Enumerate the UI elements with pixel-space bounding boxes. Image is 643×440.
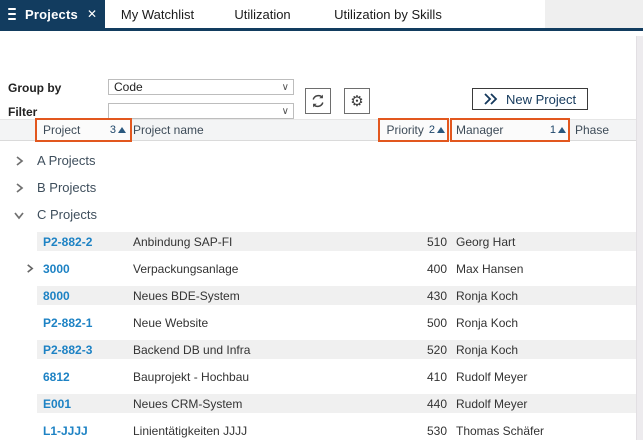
table-row[interactable]: P2-882-2 Anbindung SAP-FI 510 Georg Hart — [0, 228, 637, 255]
tab-utilization-by-skills-label: Utilization by Skills — [334, 6, 442, 22]
project-name-cell: Neues BDE-System — [133, 288, 240, 303]
tabbar-filler — [545, 0, 643, 28]
table-row[interactable]: 3000 Verpackungsanlage 400 Max Hansen — [0, 255, 637, 282]
sort-asc-icon — [437, 127, 445, 133]
priority-cell: 440 — [426, 396, 447, 411]
group-label: B Projects — [37, 180, 97, 195]
project-code-link[interactable]: P2-882-1 — [37, 316, 130, 330]
chevron-down-icon: ∨ — [281, 106, 289, 117]
tab-utilization[interactable]: Utilization — [210, 0, 315, 28]
project-code-link[interactable]: 8000 — [37, 289, 130, 303]
filter-label: Filter — [8, 105, 38, 119]
priority-cell: 430 — [426, 288, 447, 303]
column-header-phase-label: Phase — [575, 123, 610, 137]
tab-projects-label: Projects — [25, 6, 78, 22]
priority-cell: 530 — [426, 423, 447, 438]
manager-cell: Rudolf Meyer — [456, 369, 528, 384]
sort-asc-icon — [558, 127, 566, 133]
tab-my-watchlist-label: My Watchlist — [120, 6, 195, 22]
manager-cell: Ronja Koch — [456, 342, 519, 357]
close-icon[interactable]: ✕ — [87, 8, 97, 20]
double-chevron-right-icon — [483, 93, 498, 105]
chevron-down-icon: ∨ — [281, 82, 289, 93]
refresh-icon — [310, 93, 326, 109]
table-body: A Projects B Projects C Projects P2-882-… — [0, 141, 637, 440]
sort-asc-icon — [118, 127, 126, 133]
chevron-right-icon[interactable] — [25, 264, 34, 273]
priority-cell: 500 — [426, 315, 447, 330]
project-name-cell: Verpackungsanlage — [133, 261, 239, 276]
project-code-link[interactable]: L1-JJJJ — [37, 424, 130, 438]
table-row[interactable]: P2-882-1 Neue Website 500 Ronja Koch — [0, 309, 637, 336]
column-header-phase[interactable]: Phase — [575, 120, 643, 140]
settings-button[interactable]: ⚙ — [344, 88, 370, 114]
priority-cell: 400 — [426, 261, 447, 276]
column-header-project-label: Project — [43, 123, 81, 137]
table-row[interactable]: 6812 Bauprojekt - Hochbau 410 Rudolf Mey… — [0, 363, 637, 390]
chevron-down-icon — [13, 211, 24, 219]
table-row[interactable]: 8000 Neues BDE-System 430 Ronja Koch — [0, 282, 637, 309]
group-by-select[interactable]: Code ∨ — [108, 79, 294, 95]
column-header-manager[interactable]: Manager 1 — [450, 118, 570, 142]
project-code-link[interactable]: P2-882-2 — [37, 235, 130, 249]
manager-cell: Max Hansen — [456, 261, 524, 276]
manager-cell: Thomas Schäfer — [456, 423, 545, 438]
filter-select[interactable]: ∨ — [108, 103, 294, 119]
tab-utilization-label: Utilization — [234, 6, 291, 22]
project-name-cell: Neue Website — [133, 315, 209, 330]
column-header-project[interactable]: Project 3 — [35, 118, 132, 142]
manager-cell: Ronja Koch — [456, 315, 519, 330]
table-row[interactable]: P2-882-3 Backend DB und Infra 520 Ronja … — [0, 336, 637, 363]
sort-badge: 3 — [110, 124, 126, 136]
tab-bar: Projects ✕ My Watchlist Utilization Util… — [0, 0, 643, 28]
sort-badge: 2 — [429, 124, 445, 136]
column-header-priority[interactable]: Priority 2 — [378, 118, 449, 142]
new-project-button-label: New Project — [506, 91, 577, 107]
tab-projects[interactable]: Projects ✕ — [0, 0, 105, 28]
sort-badge: 1 — [550, 124, 566, 136]
group-label: C Projects — [37, 207, 97, 222]
project-name-cell: Linientätigkeiten JJJJ — [133, 423, 248, 438]
group-row[interactable]: B Projects — [0, 174, 637, 201]
manager-cell: Ronja Koch — [456, 288, 519, 303]
project-code-link[interactable]: 6812 — [37, 370, 130, 384]
group-row[interactable]: A Projects — [0, 147, 637, 174]
group-by-select-value: Code — [114, 80, 143, 94]
manager-cell: Rudolf Meyer — [456, 396, 528, 411]
gear-icon: ⚙ — [350, 92, 364, 110]
table-header: Project 3 Project name Priority 2 Manage… — [0, 118, 643, 142]
hamburger-menu-icon[interactable] — [8, 8, 17, 20]
column-header-project-name-label: Project name — [133, 123, 204, 137]
column-header-manager-label: Manager — [456, 123, 504, 137]
sort-order-number: 2 — [428, 124, 435, 136]
tab-my-watchlist[interactable]: My Watchlist — [105, 0, 210, 28]
project-name-cell: Backend DB und Infra — [133, 342, 251, 357]
group-by-label: Group by — [8, 81, 62, 95]
manager-cell: Georg Hart — [456, 234, 516, 249]
new-project-button[interactable]: New Project — [472, 88, 588, 110]
refresh-button[interactable] — [305, 88, 331, 114]
column-header-project-name[interactable]: Project name — [130, 120, 380, 140]
vertical-scrollbar[interactable] — [636, 36, 643, 440]
project-name-cell: Anbindung SAP-FI — [133, 234, 233, 249]
project-code-link[interactable]: P2-882-3 — [37, 343, 130, 357]
priority-cell: 410 — [426, 369, 447, 384]
project-code-link[interactable]: E001 — [37, 397, 130, 411]
project-name-cell: Neues CRM-System — [133, 396, 243, 411]
priority-cell: 510 — [426, 234, 447, 249]
table-row[interactable]: E001 Neues CRM-System 440 Rudolf Meyer — [0, 390, 637, 417]
project-name-cell: Bauprojekt - Hochbau — [133, 369, 250, 384]
table-row[interactable]: L1-JJJJ Linientätigkeiten JJJJ 530 Thoma… — [0, 417, 637, 440]
sort-order-number: 3 — [109, 124, 116, 136]
group-label: A Projects — [37, 153, 96, 168]
project-code-link[interactable]: 3000 — [37, 262, 130, 276]
group-row[interactable]: C Projects — [0, 201, 637, 228]
tab-utilization-by-skills[interactable]: Utilization by Skills — [315, 0, 461, 28]
toolbar: Group by Code ∨ Filter ∨ ⚙ New Project — [0, 31, 643, 119]
column-header-priority-label: Priority — [386, 123, 424, 137]
sort-order-number: 1 — [549, 124, 556, 136]
chevron-right-icon — [15, 155, 23, 166]
priority-cell: 520 — [426, 342, 447, 357]
chevron-right-icon — [15, 182, 23, 193]
